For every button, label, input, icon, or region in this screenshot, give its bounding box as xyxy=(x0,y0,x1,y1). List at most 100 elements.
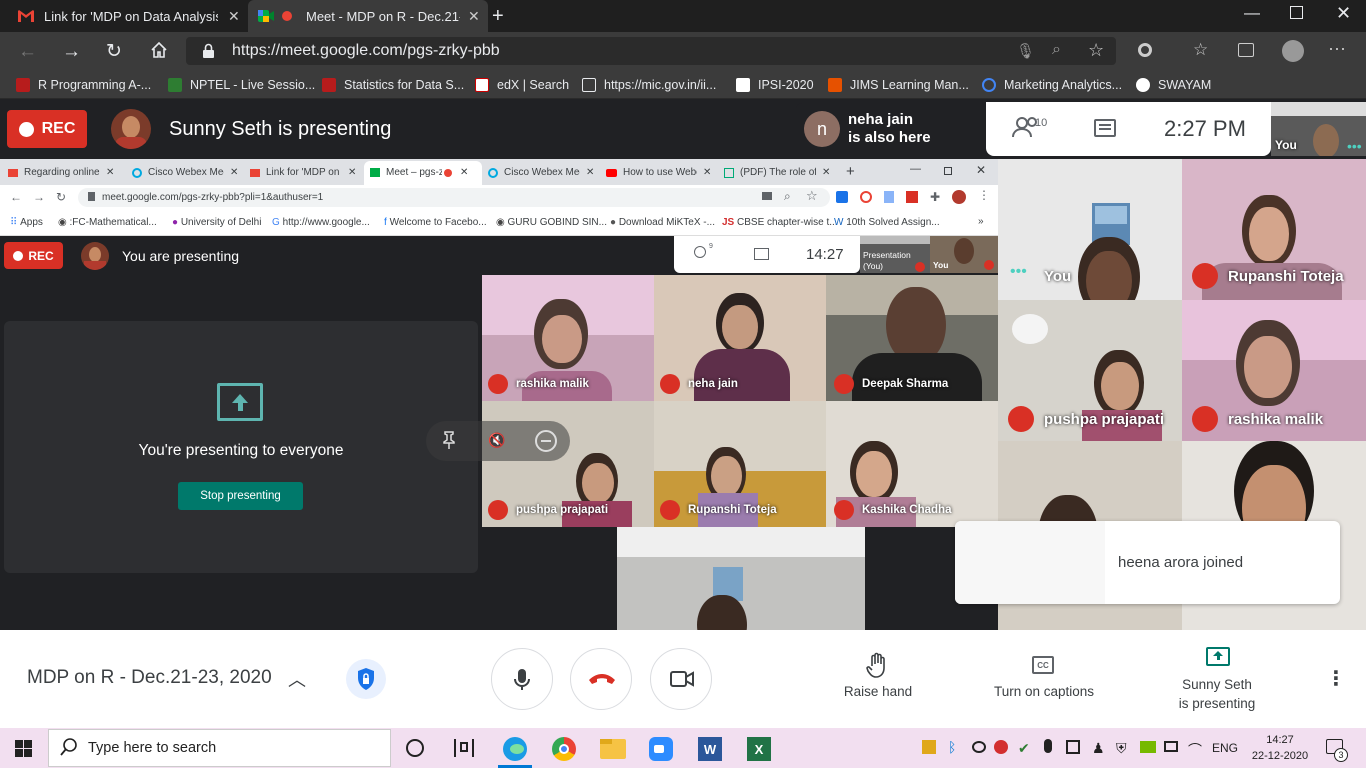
video-tile[interactable] xyxy=(617,527,865,631)
stop-presenting-button[interactable]: Stop presenting xyxy=(178,482,303,510)
close-icon[interactable]: ✕ xyxy=(468,8,480,25)
back-icon[interactable]: ← xyxy=(18,41,37,63)
bookmark-item[interactable]: Statistics for Data S... xyxy=(322,70,464,99)
tray-icon[interactable] xyxy=(922,740,936,754)
self-view-thumbnail[interactable]: You ••• xyxy=(1271,102,1366,156)
inner-tab[interactable]: Regarding online ✕ xyxy=(8,167,120,178)
collections-icon[interactable] xyxy=(1238,43,1254,57)
new-tab-icon[interactable]: + xyxy=(846,163,855,180)
lock-icon[interactable] xyxy=(202,43,215,59)
more-options-icon[interactable]: ••• xyxy=(1347,138,1362,154)
captions-button[interactable]: Turn on captions xyxy=(978,684,1110,699)
bookmark-item[interactable]: ◉ GURU GOBIND SIN... xyxy=(496,217,607,228)
bookmark-item[interactable]: ◉ :FC-Mathematical... xyxy=(58,217,158,228)
more-options-icon[interactable]: ••• xyxy=(1010,263,1027,281)
bookmark-item[interactable]: G http://www.google... xyxy=(272,217,370,228)
microphone-icon[interactable]: 🎙 xyxy=(1016,42,1035,60)
bookmark-item[interactable]: JS CBSE chapter-wise t... xyxy=(722,217,838,228)
raise-hand-button[interactable]: Raise hand xyxy=(840,684,916,699)
extensions-puzzle-icon[interactable]: ✚ xyxy=(930,190,940,204)
raise-hand-icon[interactable] xyxy=(866,652,890,678)
inner-url-text[interactable]: meet.google.com/pgs-zrky-pbb?pli=1&authu… xyxy=(102,192,323,203)
network-icon[interactable]: ⌒ xyxy=(1188,740,1202,760)
presenting-status[interactable]: Sunny Seth is presenting xyxy=(1156,675,1278,713)
bookmark-item[interactable]: Marketing Analytics... xyxy=(982,70,1122,99)
maximize-icon[interactable] xyxy=(1290,6,1303,19)
bookmark-item[interactable]: SWAYAM xyxy=(1136,70,1211,99)
remove-participant-icon[interactable] xyxy=(535,430,557,452)
excel-taskbar-icon[interactable]: X xyxy=(747,737,771,761)
inner-tab[interactable]: How to use Webe ✕ xyxy=(606,167,718,178)
language-indicator[interactable]: ENG xyxy=(1212,741,1238,755)
close-icon[interactable]: ✕ xyxy=(976,163,986,177)
shield-icon[interactable]: ⛨ xyxy=(1116,740,1127,757)
tray-icon[interactable]: ♟ xyxy=(1092,740,1105,757)
zoom-icon[interactable]: ⌕ xyxy=(784,189,791,204)
extension-icon[interactable] xyxy=(836,191,848,203)
back-icon[interactable]: ← xyxy=(10,190,22,204)
file-explorer-icon[interactable] xyxy=(600,739,626,759)
window-close-icon[interactable]: ✕ xyxy=(1336,3,1351,24)
tray-icon[interactable]: ✔ xyxy=(1018,740,1030,757)
maximize-icon[interactable] xyxy=(944,167,952,175)
chevron-right-icon[interactable]: » xyxy=(978,216,984,227)
reload-icon[interactable]: ↻ xyxy=(56,190,66,204)
leave-call-button[interactable] xyxy=(570,648,632,710)
inner-tab[interactable]: Cisco Webex Mee ✕ xyxy=(132,167,244,178)
inner-tab[interactable]: Cisco Webex Mee ✕ xyxy=(488,167,600,178)
present-screen-icon[interactable] xyxy=(1206,647,1230,666)
zoom-icon[interactable]: ⌕ xyxy=(1052,41,1061,59)
taskbar-search-placeholder[interactable]: Type here to search xyxy=(88,740,216,756)
forward-icon[interactable]: → xyxy=(62,41,81,63)
video-tile[interactable]: Deepak Sharma xyxy=(826,275,998,401)
video-tile-self[interactable]: ••• You xyxy=(998,159,1182,300)
pin-icon[interactable] xyxy=(442,431,456,449)
inner-tab-active[interactable]: Meet – pgs-zr ✕ xyxy=(370,167,482,178)
taskbar-clock[interactable]: 14:27 22-12-2020 xyxy=(1248,732,1312,764)
reload-icon[interactable]: ↻ xyxy=(106,40,122,63)
tray-icon[interactable] xyxy=(1066,740,1080,754)
cortana-icon[interactable] xyxy=(406,739,424,757)
chevron-up-icon[interactable]: ︿ xyxy=(288,666,306,692)
minimize-icon[interactable]: — xyxy=(910,163,921,175)
bookmark-item[interactable]: W 10th Solved Assign... xyxy=(834,217,940,228)
home-icon[interactable] xyxy=(150,41,168,59)
microphone-tray-icon[interactable] xyxy=(1044,739,1052,753)
task-view-icon[interactable] xyxy=(454,739,474,757)
host-controls-button[interactable] xyxy=(346,659,386,699)
url-text[interactable]: https://meet.google.com/pgs-zrky-pbb xyxy=(232,42,500,60)
close-icon[interactable]: ✕ xyxy=(228,8,240,25)
more-menu-icon[interactable]: ⋮ xyxy=(978,188,990,202)
extension-icon[interactable] xyxy=(906,191,918,203)
camera-button[interactable] xyxy=(650,648,712,710)
mute-participant-icon[interactable]: 🔇 xyxy=(488,432,505,449)
bookmark-item[interactable]: IPSI-2020 xyxy=(736,70,814,99)
tray-icon[interactable] xyxy=(994,740,1008,754)
browser-tab-meet[interactable]: Meet - MDP on R - Dec.21- ✕ xyxy=(248,0,488,32)
tray-icon[interactable] xyxy=(972,741,986,753)
video-tile[interactable]: neha jain xyxy=(654,275,826,401)
bookmark-item[interactable]: f Welcome to Facebo... xyxy=(384,217,487,228)
presentation-thumbnail[interactable]: Presentation (You) xyxy=(860,236,930,273)
new-tab-icon[interactable]: + xyxy=(492,5,504,28)
profile-avatar[interactable] xyxy=(952,190,966,204)
windows-start-icon[interactable] xyxy=(15,740,32,757)
bookmark-item[interactable]: ● Download MiKTeX -... xyxy=(610,217,715,228)
favorite-star-icon[interactable]: ☆ xyxy=(1088,40,1104,61)
chat-icon[interactable] xyxy=(1094,119,1116,137)
chrome-taskbar-icon[interactable] xyxy=(552,737,576,761)
forward-icon[interactable]: → xyxy=(33,190,45,204)
microphone-button[interactable] xyxy=(491,648,553,710)
video-tile[interactable]: pushpa prajapati xyxy=(482,401,654,527)
favorite-star-icon[interactable]: ☆ xyxy=(806,188,818,204)
chat-icon[interactable] xyxy=(754,248,769,260)
bookmark-item[interactable]: NPTEL - Live Sessio... xyxy=(168,70,315,99)
bluetooth-icon[interactable]: ᛒ xyxy=(948,739,956,755)
bookmark-item[interactable]: R Programming A-... xyxy=(16,70,151,99)
edge-taskbar-icon[interactable] xyxy=(503,737,527,761)
video-tile[interactable]: rashika malik xyxy=(1182,300,1366,441)
favorites-icon[interactable]: ☆ xyxy=(1193,40,1208,60)
bookmark-item[interactable]: ⠿ Apps xyxy=(10,217,43,228)
bookmark-item[interactable]: https://mic.gov.in/ii... xyxy=(582,70,716,99)
camera-icon[interactable] xyxy=(762,192,772,200)
